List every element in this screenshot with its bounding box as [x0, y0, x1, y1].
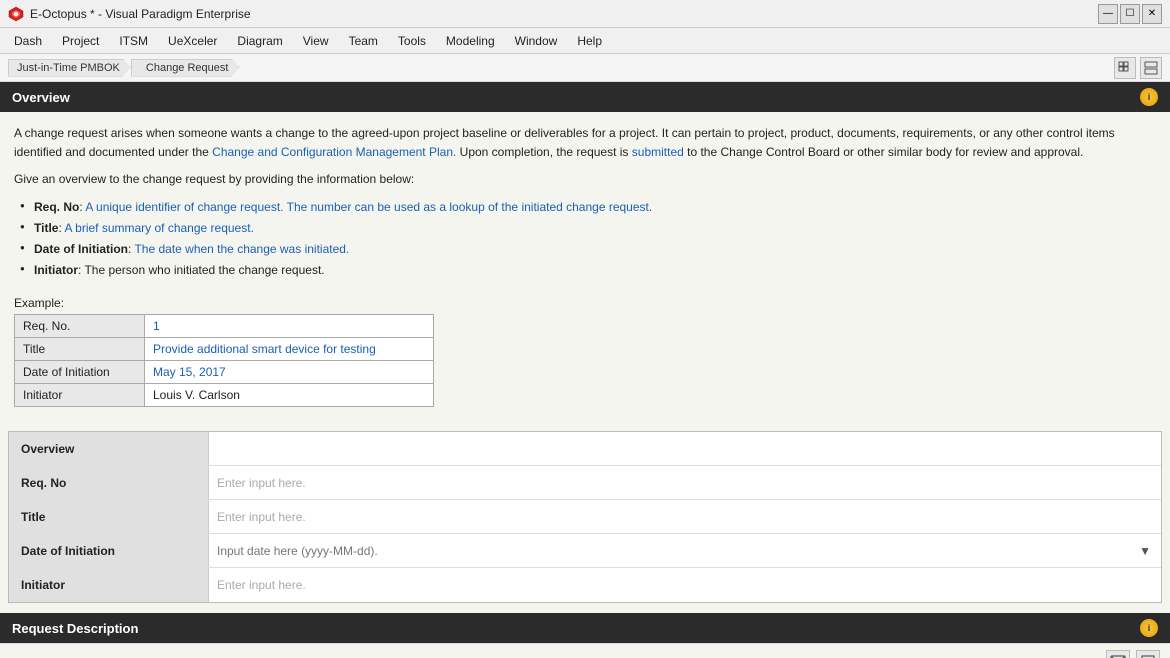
breadcrumb-panel-icon[interactable]: [1140, 57, 1162, 79]
title-input[interactable]: [217, 510, 1153, 524]
form-section-title: Overview: [9, 432, 209, 465]
example-table: Req. No. 1 Title Provide additional smar…: [14, 314, 434, 407]
overview-paragraph: A change request arises when someone wan…: [14, 124, 1156, 162]
form-row-req-no: Req. No: [9, 466, 1161, 500]
menu-window[interactable]: Window: [505, 28, 568, 53]
form-label-date: Date of Initiation: [9, 534, 209, 567]
example-label-initiator: Initiator: [15, 384, 145, 407]
example-label-date: Date of Initiation: [15, 361, 145, 384]
title-bar-controls[interactable]: — ☐ ✕: [1098, 4, 1162, 24]
form-input-cell-req-no[interactable]: [209, 466, 1161, 499]
overview-section-header: Overview i: [0, 82, 1170, 112]
edit-icon-button[interactable]: [1136, 650, 1160, 658]
example-label-title: Title: [15, 338, 145, 361]
form-row-title: Title: [9, 500, 1161, 534]
title-bar: E-Octopus * - Visual Paradigm Enterprise…: [0, 0, 1170, 28]
table-row: Title Provide additional smart device fo…: [15, 338, 434, 361]
date-dropdown-icon: ▼: [1139, 544, 1151, 558]
date-input[interactable]: [217, 544, 1153, 558]
overview-text-area: A change request arises when someone wan…: [0, 112, 1170, 296]
table-row: Initiator Louis V. Carlson: [15, 384, 434, 407]
bullet-initiator: Initiator: The person who initiated the …: [34, 261, 1156, 280]
maximize-button[interactable]: ☐: [1120, 4, 1140, 24]
close-button[interactable]: ✕: [1142, 4, 1162, 24]
example-label-req: Req. No.: [15, 315, 145, 338]
example-label: Example:: [14, 296, 1156, 310]
table-row: Req. No. 1: [15, 315, 434, 338]
overview-intro: Give an overview to the change request b…: [14, 170, 1156, 189]
form-label-req-no: Req. No: [9, 466, 209, 499]
menu-diagram[interactable]: Diagram: [227, 28, 292, 53]
email-icon-button[interactable]: [1106, 650, 1130, 658]
minimize-button[interactable]: —: [1098, 4, 1118, 24]
breadcrumb: Just-in-Time PMBOK Change Request: [8, 59, 239, 77]
request-description-text: Request Description: [12, 621, 138, 636]
bullet-title: Title: A brief summary of change request…: [34, 219, 1156, 238]
menu-dash[interactable]: Dash: [4, 28, 52, 53]
form-input-cell-title[interactable]: [209, 500, 1161, 533]
form-label-initiator: Initiator: [9, 568, 209, 602]
breadcrumb-bar: Just-in-Time PMBOK Change Request: [0, 54, 1170, 82]
bullet-date: Date of Initiation: The date when the ch…: [34, 240, 1156, 259]
menu-team[interactable]: Team: [339, 28, 388, 53]
example-value-req: 1: [145, 315, 434, 338]
example-value-title: Provide additional smart device for test…: [145, 338, 434, 361]
main-content: Overview i A change request arises when …: [0, 82, 1170, 658]
menu-modeling[interactable]: Modeling: [436, 28, 505, 53]
menu-help[interactable]: Help: [567, 28, 612, 53]
form-label-title: Title: [9, 500, 209, 533]
menu-itsm[interactable]: ITSM: [109, 28, 158, 53]
breadcrumb-icons: [1114, 57, 1162, 79]
req-no-input[interactable]: [217, 476, 1153, 490]
initiator-input[interactable]: [217, 578, 1153, 592]
form-row-initiator: Initiator: [9, 568, 1161, 602]
form-title-row: Overview: [9, 432, 1161, 466]
overview-bullet-list: Req. No: A unique identifier of change r…: [14, 198, 1156, 281]
table-row: Date of Initiation May 15, 2017: [15, 361, 434, 384]
bullet-req-no: Req. No: A unique identifier of change r…: [34, 198, 1156, 217]
title-bar-text: E-Octopus * - Visual Paradigm Enterprise: [30, 7, 251, 21]
form-input-cell-initiator[interactable]: [209, 568, 1161, 602]
form-section: Overview Req. No Title Date of Initiatio…: [8, 431, 1162, 603]
example-value-date: May 15, 2017: [145, 361, 434, 384]
overview-header-text: Overview: [12, 90, 70, 105]
breadcrumb-change-request[interactable]: Change Request: [131, 59, 240, 77]
menu-tools[interactable]: Tools: [388, 28, 436, 53]
menu-project[interactable]: Project: [52, 28, 109, 53]
example-value-initiator: Louis V. Carlson: [145, 384, 434, 407]
breadcrumb-pmbok[interactable]: Just-in-Time PMBOK: [8, 59, 131, 77]
request-description-icon: i: [1140, 619, 1158, 637]
menu-view[interactable]: View: [293, 28, 339, 53]
menu-uexceler[interactable]: UeXceler: [158, 28, 227, 53]
request-description-header: Request Description i: [0, 613, 1170, 643]
bottom-icons-bar: [0, 643, 1170, 658]
form-input-cell-date[interactable]: ▼: [209, 534, 1161, 567]
overview-header-icon: i: [1140, 88, 1158, 106]
form-row-date: Date of Initiation ▼: [9, 534, 1161, 568]
app-icon: [8, 6, 24, 22]
breadcrumb-grid-icon[interactable]: [1114, 57, 1136, 79]
menu-bar: Dash Project ITSM UeXceler Diagram View …: [0, 28, 1170, 54]
example-section: Example: Req. No. 1 Title Provide additi…: [0, 296, 1170, 421]
